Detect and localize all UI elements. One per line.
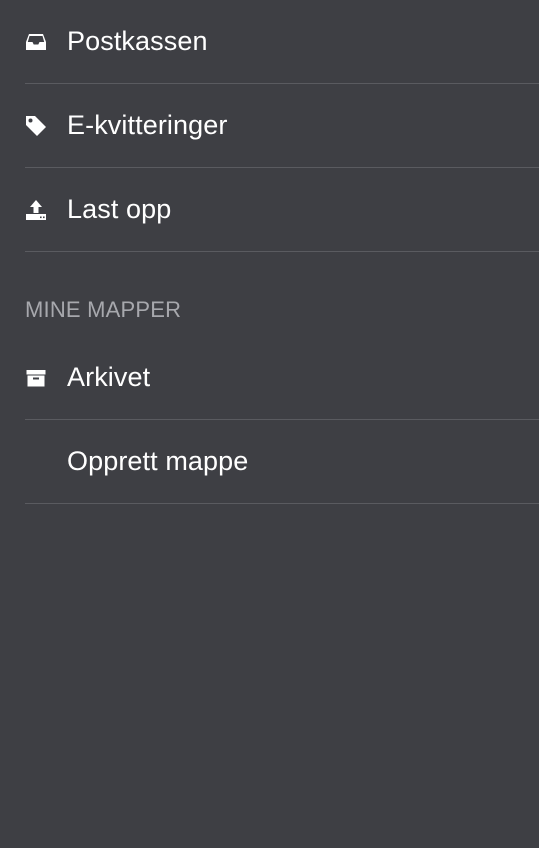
menu-item-label: Last opp [67, 194, 172, 224]
menu-item-e-kvitteringer[interactable]: E-kvitteringer [25, 84, 539, 168]
folder-item-arkivet[interactable]: Arkivet [25, 336, 539, 420]
tag-icon [25, 114, 49, 138]
side-menu: Postkassen E-kvitteringer Last opp MINE … [0, 0, 539, 848]
inbox-icon [25, 30, 49, 54]
section-title-mine-mapper: MINE MAPPER [25, 297, 182, 322]
menu-item-postkassen[interactable]: Postkassen [25, 0, 539, 84]
menu-item-label: E-kvitteringer [67, 110, 228, 140]
create-folder-label: Opprett mappe [67, 446, 249, 476]
archive-box-icon [25, 366, 49, 390]
menu-item-last-opp[interactable]: Last opp [25, 168, 539, 252]
folder-item-label: Arkivet [67, 362, 151, 392]
menu-item-label: Postkassen [67, 26, 208, 56]
create-folder-button[interactable]: Opprett mappe [25, 420, 539, 504]
upload-icon [25, 198, 49, 222]
